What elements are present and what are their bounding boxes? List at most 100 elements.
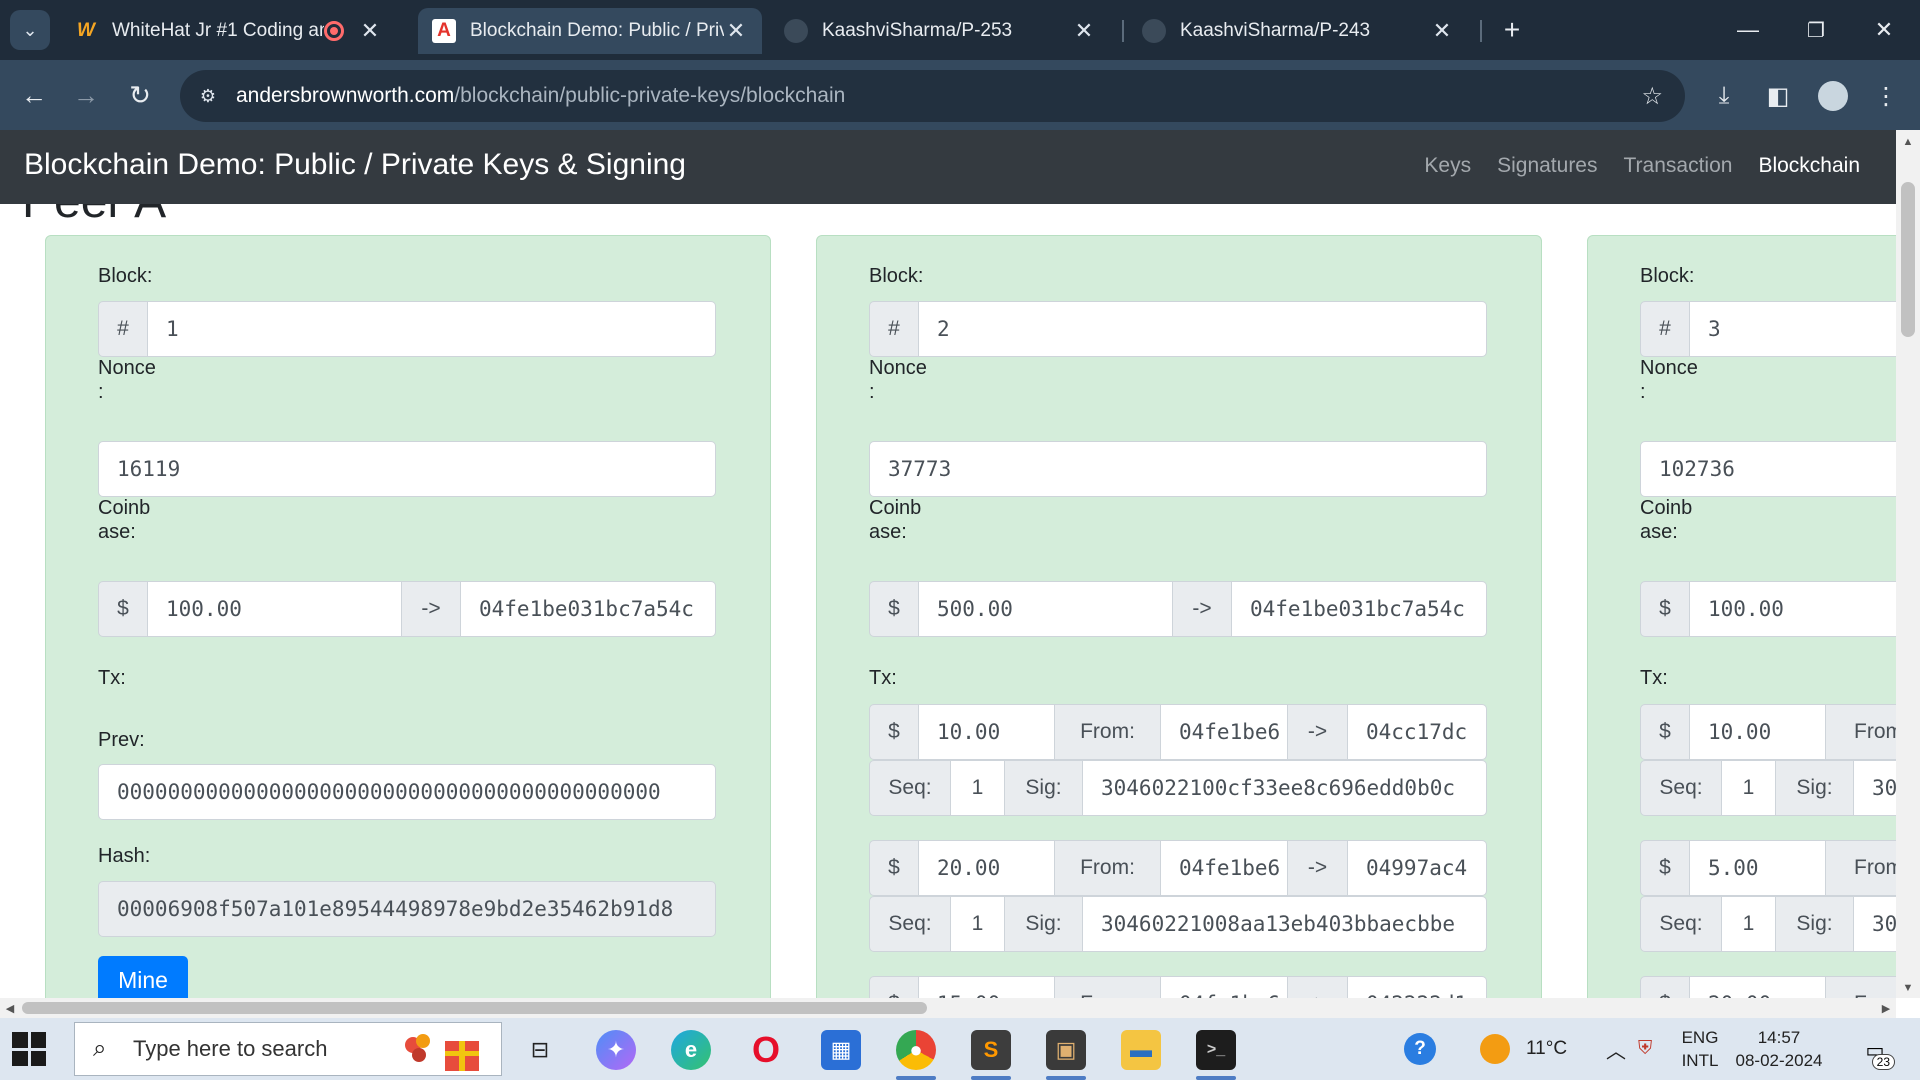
close-icon[interactable]: ✕ — [358, 18, 382, 44]
show-hidden-icons-chevron-icon[interactable]: ︿ — [1606, 1018, 1626, 1080]
sublime-text-icon[interactable]: S — [971, 1030, 1011, 1070]
system-clock[interactable]: 14:57 08-02-2024 — [1730, 1026, 1828, 1072]
help-icon[interactable]: ? — [1404, 1018, 1436, 1080]
site-info-icon[interactable]: ⚙ — [194, 82, 222, 110]
scroll-up-arrow-icon[interactable]: ▲ — [1896, 132, 1920, 152]
new-tab-button[interactable]: + — [1494, 12, 1530, 48]
tx-amount-input[interactable]: 20.00 — [919, 840, 1055, 896]
scroll-down-arrow-icon[interactable]: ▼ — [1896, 978, 1920, 998]
taskbar-search-box[interactable]: ⌕ Type here to search — [74, 1022, 502, 1076]
microsoft-store-icon[interactable]: ▦ — [821, 1030, 861, 1070]
coinbase-to-input[interactable]: 04fe1be031bc7a54c — [461, 581, 716, 637]
window-close-icon[interactable]: ✕ — [1854, 0, 1914, 60]
tx-label: Tx: — [98, 667, 126, 689]
reload-icon[interactable]: ↻ — [120, 75, 160, 115]
block-number-group: # 2 — [869, 301, 1487, 357]
nonce-input[interactable]: 37773 — [869, 441, 1487, 497]
menu-kebab-icon[interactable]: ⋮ — [1868, 78, 1904, 114]
windows-start-icon[interactable] — [12, 1032, 46, 1066]
block-number-group: # 1 — [98, 301, 716, 357]
site-brand[interactable]: Blockchain Demo: Public / Private Keys &… — [24, 148, 686, 182]
tx-from-input[interactable]: 04fe1be6 — [1161, 704, 1288, 760]
tx-amount-input[interactable]: 20.00 — [1690, 976, 1826, 998]
site-nav-links: Keys Signatures Transaction Blockchain — [1424, 154, 1860, 178]
tx-from-input[interactable]: 04fe1be6 — [1161, 840, 1288, 896]
tx-amount-input[interactable]: 15.00 — [919, 976, 1055, 998]
scroll-left-arrow-icon[interactable]: ◀ — [0, 998, 20, 1018]
terminal-icon[interactable]: >_ — [1196, 1030, 1236, 1070]
restore-icon[interactable]: ❐ — [1786, 0, 1846, 60]
opera-icon[interactable]: O — [746, 1029, 786, 1070]
security-shield-icon[interactable]: ⛨ — [1638, 1018, 1652, 1080]
address-bar[interactable]: ⚙ andersbrownworth.com/blockchain/public… — [180, 70, 1685, 122]
block-number-input[interactable]: 1 — [148, 301, 716, 357]
tx-sig-input[interactable]: 30460221008aa13eb403bbaecbbe — [1083, 896, 1487, 952]
close-icon[interactable]: ✕ — [1072, 18, 1096, 44]
nav-keys[interactable]: Keys — [1424, 154, 1471, 178]
notifications-icon[interactable]: ▭ 23 — [1855, 1030, 1895, 1070]
horizontal-scrollbar[interactable]: ◀ ▶ — [0, 998, 1896, 1018]
tx-from-input[interactable]: 04fe1be6 — [1161, 976, 1288, 998]
nonce-input[interactable]: 16119 — [98, 441, 716, 497]
tx-amount-input[interactable]: 10.00 — [919, 704, 1055, 760]
back-arrow-icon[interactable]: ← — [14, 75, 54, 115]
vertical-scrollbar[interactable]: ▲ ▼ — [1896, 130, 1920, 998]
vertical-scroll-thumb[interactable] — [1901, 182, 1915, 337]
nonce-input[interactable]: 102736 — [1640, 441, 1896, 497]
block-number-input[interactable]: 3 — [1690, 301, 1896, 357]
scroll-right-arrow-icon[interactable]: ▶ — [1876, 998, 1896, 1018]
edge-browser-icon[interactable]: e — [671, 1030, 711, 1070]
download-icon[interactable]: ⤓ — [1706, 78, 1742, 114]
tab-github-p243[interactable]: KaashviSharma/P-243 ✕ — [1128, 8, 1468, 54]
tx-row: $ 20.00 From: 04fe1be6 -> 04997ac4 — [869, 840, 1487, 896]
browser-toolbar: ← → ↻ ⚙ andersbrownworth.com/blockchain/… — [0, 60, 1920, 130]
nav-blockchain[interactable]: Blockchain — [1758, 154, 1860, 178]
close-icon[interactable]: ✕ — [1430, 18, 1454, 44]
weather-temp: 11°C — [1526, 1038, 1568, 1059]
tab-blockchain-demo[interactable]: A Blockchain Demo: Public / Priva ✕ — [418, 8, 762, 54]
nav-transaction[interactable]: Transaction — [1624, 154, 1733, 178]
input-language[interactable]: ENG INTL — [1676, 1026, 1724, 1072]
forward-arrow-icon[interactable]: → — [66, 75, 106, 115]
minimize-icon[interactable]: — — [1718, 0, 1778, 60]
nav-signatures[interactable]: Signatures — [1497, 154, 1597, 178]
file-explorer-icon[interactable]: ▬ — [1121, 1030, 1161, 1070]
copilot-icon[interactable]: ✦ — [596, 1030, 636, 1070]
weather-widget[interactable]: 11°C — [1480, 1018, 1567, 1080]
side-panel-icon[interactable]: ◧ — [1760, 78, 1796, 114]
tx-seq-input[interactable]: 1 — [1722, 896, 1776, 952]
coinbase-amount-input[interactable]: 100.00 — [148, 581, 402, 637]
close-icon[interactable]: ✕ — [724, 18, 748, 44]
profile-avatar[interactable] — [1818, 81, 1848, 111]
seq-label: Seq: — [869, 760, 951, 816]
tx-amount-input[interactable]: 10.00 — [1690, 704, 1826, 760]
package-app-icon[interactable]: ▣ — [1046, 1030, 1086, 1070]
coinbase-to-input[interactable]: 04fe1be031bc7a54c — [1232, 581, 1487, 637]
tx-sig-input[interactable]: 30 — [1854, 896, 1896, 952]
block-number-input[interactable]: 2 — [919, 301, 1487, 357]
url-text[interactable]: andersbrownworth.com/blockchain/public-p… — [236, 84, 845, 108]
tx-amount-input[interactable]: 5.00 — [1690, 840, 1826, 896]
from-label: From: — [1055, 840, 1161, 896]
tx-to-input[interactable]: 04cc17dc — [1348, 704, 1487, 760]
coinbase-amount-input[interactable]: 500.00 — [919, 581, 1173, 637]
tx-seq-input[interactable]: 1 — [951, 896, 1005, 952]
tx-to-input[interactable]: 042222d1 — [1348, 976, 1487, 998]
chrome-icon[interactable]: ● — [896, 1030, 936, 1070]
tx-sig-input[interactable]: 3046022100cf33ee8c696edd0b0c — [1083, 760, 1487, 816]
bookmark-star-icon[interactable]: ☆ — [1641, 82, 1663, 111]
coinbase-amount-input[interactable]: 100.00 — [1690, 581, 1896, 637]
tx-seq-input[interactable]: 1 — [1722, 760, 1776, 816]
prev-input[interactable]: 0000000000000000000000000000000000000000… — [98, 764, 716, 820]
coinbase-group: $ 500.00 -> 04fe1be031bc7a54c — [869, 581, 1487, 637]
tx-seq-input[interactable]: 1 — [951, 760, 1005, 816]
tab-github-p253[interactable]: KaashviSharma/P-253 ✕ — [770, 8, 1110, 54]
tx-sig-input[interactable]: 30 — [1854, 760, 1896, 816]
task-view-icon[interactable]: ⊟ — [520, 1030, 560, 1070]
mine-button[interactable]: Mine — [98, 956, 188, 998]
horizontal-scroll-thumb[interactable] — [22, 1002, 927, 1014]
tab-search-chevron-icon[interactable]: ⌄ — [10, 10, 50, 50]
tx-to-input[interactable]: 04997ac4 — [1348, 840, 1487, 896]
tab-whitehat[interactable]: W WhiteHat Jr #1 Coding and ✕ — [60, 8, 396, 54]
dollar-prefix: $ — [869, 976, 919, 998]
